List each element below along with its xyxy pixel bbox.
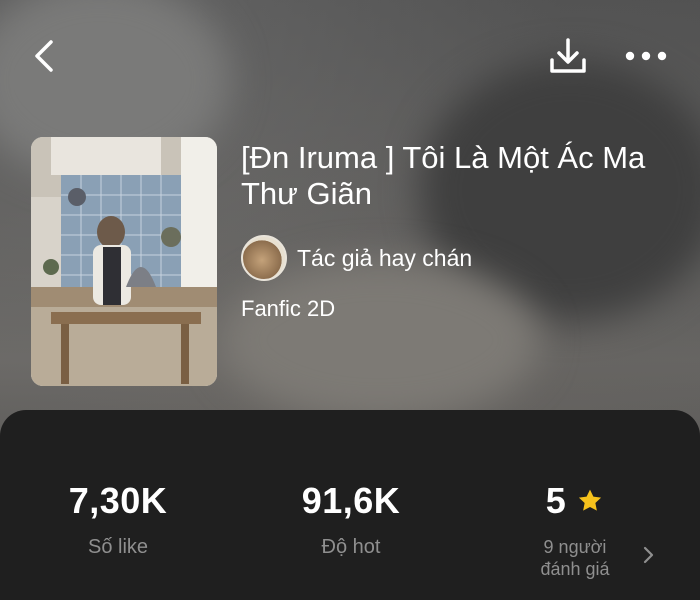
novel-detail-screen: [Đn Iruma ] Tôi Là Một Ác Ma Thư Giãn Tá… [0, 0, 700, 600]
author-link[interactable]: Tác giả hay chán [241, 235, 472, 281]
likes-value: 7,30K [68, 480, 168, 521]
back-button[interactable] [22, 34, 66, 78]
book-cover[interactable] [31, 137, 217, 386]
rating-count-line2: đánh giá [540, 559, 610, 579]
genre-tag[interactable]: Fanfic 2D [241, 296, 335, 322]
chevron-right-icon[interactable] [642, 545, 654, 565]
star-icon [579, 489, 602, 511]
background-blur [220, 260, 540, 420]
chevron-left-icon [35, 40, 53, 72]
download-button[interactable] [544, 32, 592, 80]
likes-label: Số like [87, 536, 149, 558]
stats-panel: 7,30K Số like 91,6K Độ hot 5 9 người đán… [0, 410, 700, 600]
more-horizontal-icon [625, 51, 667, 61]
download-icon [550, 38, 586, 73]
rating-value: 5 [545, 480, 567, 521]
top-bar [0, 28, 700, 84]
hot-stat: 91,6K Độ hot [281, 480, 421, 559]
rating-line: 5 [505, 480, 645, 522]
hot-value: 91,6K [301, 480, 401, 521]
author-name: Tác giả hay chán [297, 244, 473, 271]
rating-count-line1: 9 người [543, 537, 607, 557]
rating-count-label: 9 người đánh giá [505, 536, 645, 580]
author-avatar [241, 235, 287, 281]
rating-stat[interactable]: 5 9 người đánh giá [505, 480, 645, 580]
hot-label: Độ hot [321, 536, 381, 558]
cover-illustration [31, 137, 217, 386]
likes-stat: 7,30K Số like [48, 480, 188, 559]
more-options-button[interactable] [620, 34, 672, 78]
book-title: [Đn Iruma ] Tôi Là Một Ác Ma Thư Giãn [241, 140, 646, 211]
